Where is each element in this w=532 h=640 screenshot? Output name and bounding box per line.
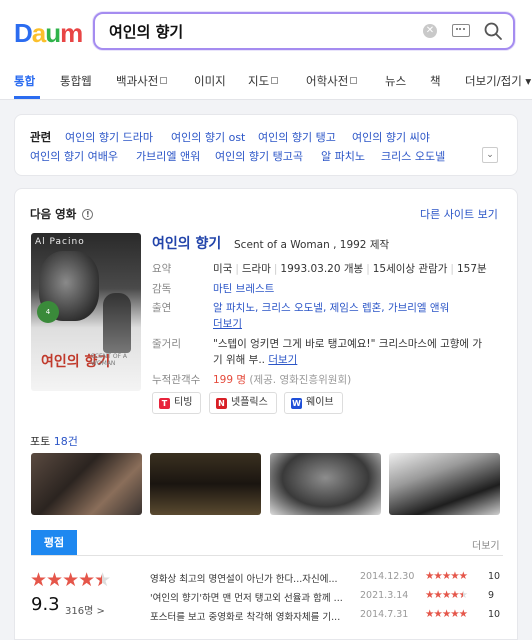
- photos-header[interactable]: 포토 18건: [30, 433, 78, 449]
- netflix-icon: N: [216, 398, 227, 409]
- movie-title[interactable]: 여인의 향기: [152, 233, 221, 253]
- related-searches: 관련 여인의 향기 드라마 여인의 향기 ost 여인의 향기 탱고 여인의 향…: [14, 114, 518, 176]
- header: Daum ✕: [0, 0, 532, 62]
- tab-integrated[interactable]: 통합: [14, 73, 35, 89]
- movie-photo[interactable]: [270, 453, 381, 515]
- movie-card: 다음 영화 ! 다른 사이트 보기 Al Pacino 4 여인의 향기 SCE…: [14, 188, 518, 640]
- cast-more-link[interactable]: 더보기: [213, 316, 242, 331]
- tab-books[interactable]: 책: [430, 73, 441, 89]
- related-link[interactable]: 여인의 향기 탱고: [258, 129, 336, 145]
- tab-news[interactable]: 뉴스: [385, 73, 406, 89]
- external-icon: [160, 77, 168, 84]
- related-link[interactable]: 여인의 향기 씨야: [352, 129, 430, 145]
- daum-logo[interactable]: Daum: [14, 18, 83, 49]
- poster-dancers: [103, 293, 131, 353]
- tab-web[interactable]: 통합웹: [60, 73, 92, 89]
- tving-icon: T: [159, 398, 170, 409]
- poster-subtitle: SCENT OF A WOMAN: [91, 353, 128, 367]
- movie-photo[interactable]: [389, 453, 500, 515]
- other-site-link[interactable]: 다른 사이트 보기: [420, 206, 498, 222]
- review-date: 2014.12.30: [360, 571, 415, 582]
- director-label: 감독: [152, 283, 172, 295]
- related-link[interactable]: 크리스 오도넬: [381, 148, 445, 164]
- tab-images[interactable]: 이미지: [194, 73, 226, 89]
- review-date: 2021.3.14: [360, 590, 409, 601]
- summary-label: 요약: [152, 263, 172, 275]
- review-score: 10: [488, 609, 501, 620]
- movie-poster[interactable]: Al Pacino 4 여인의 향기 SCENT OF A WOMAN: [31, 233, 141, 391]
- audience-value: 199 명 (제공. 영화진흥위원회): [213, 374, 352, 386]
- poster-badge: 4: [37, 301, 59, 323]
- review-more-link[interactable]: 더보기: [472, 537, 500, 552]
- tab-more[interactable]: 더보기/접기 ▾: [465, 73, 531, 89]
- half-star-icon: ★: [459, 589, 468, 601]
- cast-label: 출연: [152, 302, 172, 314]
- plot-text-2: 기 위해 부.. 더보기: [213, 354, 298, 366]
- tab-encyclopedia[interactable]: 백과사전: [116, 73, 168, 89]
- review-date: 2014.7.31: [360, 609, 409, 620]
- review-stars: ★★★★★: [425, 589, 468, 601]
- review-text[interactable]: 영화상 최고의 명연설이 아닌가 한다...자신에...: [150, 571, 362, 585]
- search-box: ✕: [93, 12, 515, 50]
- review-score: 9: [488, 590, 495, 601]
- expand-chevron-icon[interactable]: ⌄: [482, 147, 498, 163]
- movie-photo[interactable]: [150, 453, 261, 515]
- wavve-icon: W: [291, 398, 302, 409]
- search-input[interactable]: [109, 21, 409, 41]
- review-score: 10: [488, 571, 501, 582]
- plot-more-link[interactable]: 더보기: [268, 354, 297, 366]
- active-tab-indicator: [14, 96, 40, 99]
- review-text[interactable]: 포스터를 보고 중영화로 착각해 영화자체를 기...: [150, 609, 362, 623]
- rating-score: 9.3: [31, 594, 60, 615]
- related-link[interactable]: 알 파치노: [321, 148, 365, 164]
- half-star-icon: ★: [94, 569, 111, 591]
- search-tabs: 통합 통합웹 백과사전 이미지 지도 어학사전 뉴스 책 더보기/접기 ▾: [0, 62, 532, 100]
- clear-icon[interactable]: ✕: [423, 24, 437, 38]
- tab-map[interactable]: 지도: [248, 73, 279, 89]
- external-icon: [350, 77, 358, 84]
- related-link[interactable]: 여인의 향기 여배우: [30, 148, 118, 164]
- plot-text: "스텝이 엉키면 그게 바로 탱고예요!" 크리스마스에 고향에 가: [213, 338, 483, 350]
- ott-netflix-button[interactable]: N 넷플릭스: [209, 392, 277, 414]
- audience-label: 누적관객수: [152, 374, 201, 386]
- summary-value: 미국 | 드라마 | 1993.03.20 개봉 | 15세이상 관람가 | 157분: [213, 263, 487, 275]
- movie-photo[interactable]: [31, 453, 142, 515]
- info-icon[interactable]: !: [82, 209, 94, 220]
- external-icon: [271, 77, 279, 84]
- divider: [31, 555, 503, 556]
- rating-count-link[interactable]: 316명 >: [65, 602, 105, 617]
- review-text[interactable]: '여인의 향기'하면 맨 먼저 탱고외 선율과 함께 ...: [150, 590, 362, 604]
- related-link[interactable]: 여인의 향기 ost: [171, 129, 245, 145]
- rating-stars: ★★★★★: [30, 569, 111, 591]
- related-link[interactable]: 가브리엘 앤워: [136, 148, 200, 164]
- related-link[interactable]: 여인의 향기 탱고곡: [215, 148, 303, 164]
- plot-label: 줄거리: [152, 338, 181, 350]
- ott-wavve-button[interactable]: W 웨이브: [284, 392, 343, 414]
- ott-tving-button[interactable]: T 티빙: [152, 392, 202, 414]
- related-title: 관련: [30, 130, 52, 144]
- keyboard-icon[interactable]: [452, 24, 470, 37]
- review-stars: ★★★★★: [425, 608, 468, 620]
- review-tab[interactable]: 평점: [31, 530, 77, 556]
- review-stars: ★★★★★: [425, 570, 468, 582]
- related-link[interactable]: 여인의 향기 드라마: [65, 129, 153, 145]
- movie-section-title: 다음 영화 !: [30, 206, 94, 222]
- cast-links[interactable]: 알 파치노, 크리스 오도넬, 제임스 렙혼, 가브리엘 앤워: [213, 300, 449, 315]
- search-icon[interactable]: [483, 21, 503, 41]
- tab-dictionary[interactable]: 어학사전: [306, 73, 358, 89]
- movie-original-title: Scent of a Woman , 1992 제작: [234, 239, 390, 251]
- director-link[interactable]: 마틴 브레스트: [213, 281, 274, 296]
- poster-actor: Al Pacino: [35, 237, 85, 247]
